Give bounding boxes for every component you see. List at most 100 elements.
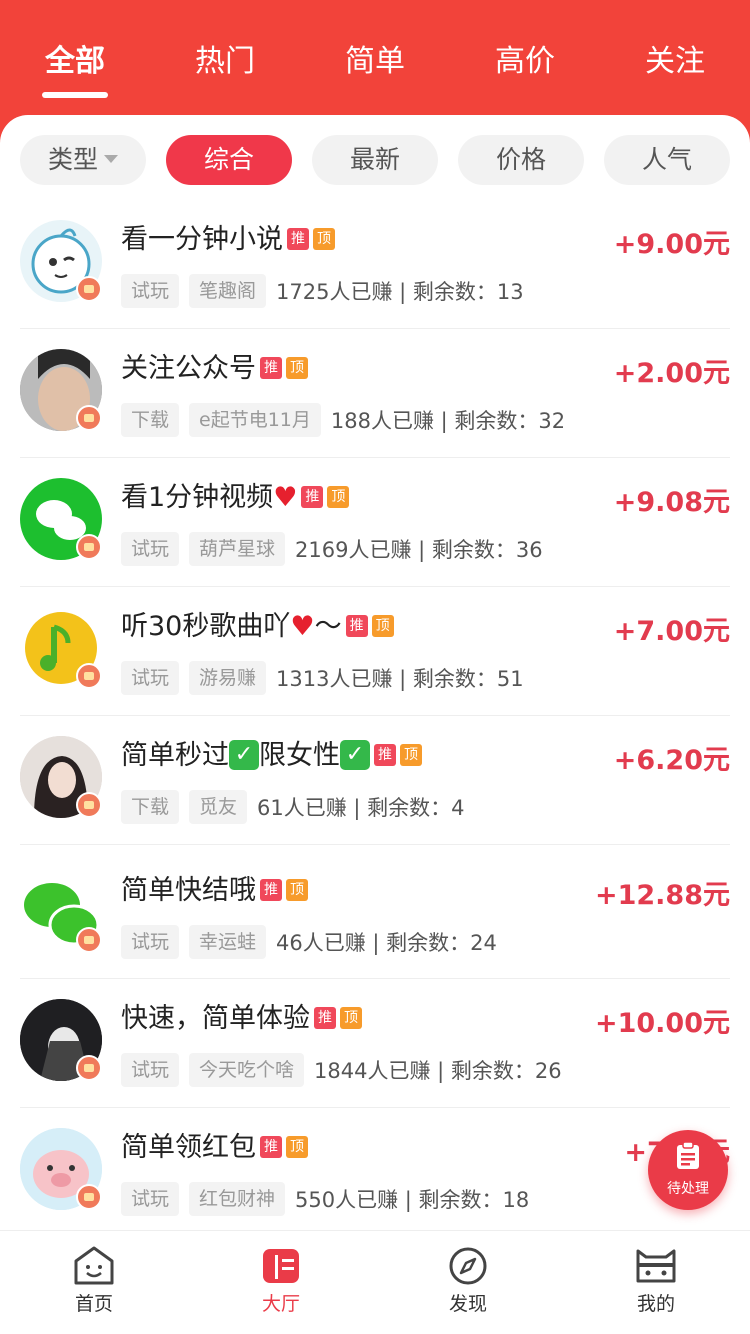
task-source-badge: e起节电11月 <box>189 403 321 437</box>
crown-icon <box>76 792 102 818</box>
filter-bar: 类型 综合 最新 价格 人气 <box>0 135 750 187</box>
task-meta: 下载 觅友 61人已赚 | 剩余数：4 <box>121 790 465 824</box>
task-row[interactable]: 看一分钟小说推顶 +9.00元 试玩 笔趣阁 1725人已赚 | 剩余数：13 <box>20 200 730 329</box>
compass-icon <box>449 1247 487 1285</box>
sort-newest[interactable]: 最新 <box>312 135 438 185</box>
crown-icon <box>76 534 102 560</box>
top-tag: 顶 <box>286 1135 308 1158</box>
task-kind-badge: 试玩 <box>121 925 180 959</box>
task-title: 简单快结哦推顶 <box>121 873 308 909</box>
task-source-badge: 游易赚 <box>189 661 267 695</box>
recommend-tag: 推 <box>260 356 282 379</box>
crown-icon <box>76 663 102 689</box>
top-category-tabs: 全部 热门 简单 高价 关注 <box>0 0 750 120</box>
task-row[interactable]: 简单领红包推顶 +7.__元 试玩 红包财神 550人已赚 | 剩余数：18 <box>20 1108 730 1230</box>
task-stats: 46人已赚 | 剩余数：24 <box>276 931 497 955</box>
tab-hot[interactable]: 热门 <box>165 40 285 84</box>
crown-icon <box>76 276 102 302</box>
nav-hall[interactable]: 大厅 <box>231 1245 331 1316</box>
top-tag: 顶 <box>340 1006 362 1029</box>
top-tag: 顶 <box>371 614 394 637</box>
task-reward: +7.00元 <box>613 616 730 647</box>
task-reward: +6.20元 <box>613 745 730 776</box>
nav-discover-label: 发现 <box>448 1293 487 1315</box>
check-icon: ✓ <box>340 739 370 770</box>
nav-hall-label: 大厅 <box>261 1293 300 1315</box>
task-meta: 试玩 游易赚 1313人已赚 | 剩余数：51 <box>121 661 524 695</box>
heart-icon: ♥ <box>273 482 298 513</box>
pending-tasks-button[interactable]: 待处理 <box>648 1130 728 1210</box>
recommend-tag: 推 <box>314 1006 336 1029</box>
sort-comprehensive[interactable]: 综合 <box>166 135 292 185</box>
task-source-badge: 红包财神 <box>189 1182 286 1216</box>
sort-price[interactable]: 价格 <box>458 135 584 185</box>
task-stats: 1313人已赚 | 剩余数：51 <box>276 667 524 691</box>
recommend-tag: 推 <box>374 743 396 766</box>
crown-icon <box>76 927 102 953</box>
task-row[interactable]: 简单秒过 ✓ 限女性 ✓ 推顶 +6.20元 下载 觅友 61人已赚 | 剩余数：4 <box>20 716 730 845</box>
task-reward: +2.00元 <box>613 358 730 389</box>
task-kind-badge: 试玩 <box>121 1182 180 1216</box>
task-stats: 61人已赚 | 剩余数：4 <box>257 796 465 820</box>
crown-icon <box>76 1184 102 1210</box>
task-kind-badge: 下载 <box>121 403 180 437</box>
task-row[interactable]: 看1分钟视频♥ 推顶 +9.08元 试玩 葫芦星球 2169人已赚 | 剩余数：3… <box>20 458 730 587</box>
tab-follow[interactable]: 关注 <box>615 40 735 84</box>
recommend-tag: 推 <box>287 227 309 250</box>
tab-high-price[interactable]: 高价 <box>465 40 585 84</box>
sort-popularity[interactable]: 人气 <box>604 135 730 185</box>
crown-icon <box>76 1055 102 1081</box>
crown-icon <box>76 405 102 431</box>
top-tag: 顶 <box>286 356 308 379</box>
top-tag: 顶 <box>400 743 422 766</box>
task-row[interactable]: 简单快结哦推顶 +12.88元 试玩 幸运蛙 46人已赚 | 剩余数：24 <box>20 845 730 979</box>
nav-home[interactable]: 首页 <box>44 1245 144 1316</box>
task-meta: 试玩 幸运蛙 46人已赚 | 剩余数：24 <box>121 925 497 959</box>
task-row[interactable]: 快速，简单体验推顶 +10.00元 试玩 今天吃个啥 1844人已赚 | 剩余数… <box>20 979 730 1108</box>
nav-mine[interactable]: 我的 <box>606 1245 706 1316</box>
task-list: 看一分钟小说推顶 +9.00元 试玩 笔趣阁 1725人已赚 | 剩余数：13 … <box>0 200 750 1230</box>
task-kind-badge: 试玩 <box>121 1053 180 1087</box>
type-filter-dropdown[interactable]: 类型 <box>20 135 146 185</box>
task-reward: +9.08元 <box>613 487 730 518</box>
top-tag: 顶 <box>313 227 335 250</box>
task-source-badge: 葫芦星球 <box>189 532 286 566</box>
bottom-nav: 首页 大厅 发现 我的 <box>0 1230 750 1334</box>
nav-discover[interactable]: 发现 <box>418 1245 518 1316</box>
task-meta: 下载 e起节电11月 188人已赚 | 剩余数：32 <box>121 403 565 437</box>
heart-icon: ♥ <box>290 611 315 642</box>
hall-icon <box>263 1249 299 1283</box>
clipboard-icon <box>677 1142 699 1169</box>
task-kind-badge: 试玩 <box>121 274 180 308</box>
task-title: 简单领红包推顶 <box>121 1130 308 1166</box>
task-title: 听30秒歌曲吖♥～推顶 <box>121 609 394 645</box>
tab-all[interactable]: 全部 <box>15 40 135 84</box>
task-source-badge: 今天吃个啥 <box>189 1053 305 1087</box>
task-source-badge: 觅友 <box>189 790 248 824</box>
task-row[interactable]: 关注公众号推顶 +2.00元 下载 e起节电11月 188人已赚 | 剩余数：3… <box>20 329 730 458</box>
task-title: 看1分钟视频♥ 推顶 <box>121 480 350 516</box>
check-icon: ✓ <box>229 739 259 770</box>
recommend-tag: 推 <box>260 1135 282 1158</box>
top-tag: 顶 <box>286 878 308 901</box>
recommend-tag: 推 <box>301 485 324 508</box>
caret-down-icon <box>104 155 118 163</box>
task-reward: +9.00元 <box>613 229 730 260</box>
tab-simple[interactable]: 简单 <box>315 40 435 84</box>
task-meta: 试玩 葫芦星球 2169人已赚 | 剩余数：36 <box>121 532 543 566</box>
task-reward: +12.88元 <box>594 880 730 911</box>
task-row[interactable]: 听30秒歌曲吖♥～推顶 +7.00元 试玩 游易赚 1313人已赚 | 剩余数：… <box>20 587 730 716</box>
task-title: 快速，简单体验推顶 <box>121 1001 362 1037</box>
task-stats: 2169人已赚 | 剩余数：36 <box>295 538 543 562</box>
top-tag: 顶 <box>327 485 350 508</box>
type-filter-label: 类型 <box>47 145 98 174</box>
nav-mine-label: 我的 <box>636 1293 675 1315</box>
task-source-badge: 笔趣阁 <box>189 274 267 308</box>
task-reward: +10.00元 <box>594 1008 730 1039</box>
task-stats: 1725人已赚 | 剩余数：13 <box>276 280 524 304</box>
task-kind-badge: 下载 <box>121 790 180 824</box>
task-stats: 550人已赚 | 剩余数：18 <box>295 1188 530 1212</box>
pending-label: 待处理 <box>667 1181 709 1197</box>
task-meta: 试玩 笔趣阁 1725人已赚 | 剩余数：13 <box>121 274 524 308</box>
recommend-tag: 推 <box>260 878 282 901</box>
